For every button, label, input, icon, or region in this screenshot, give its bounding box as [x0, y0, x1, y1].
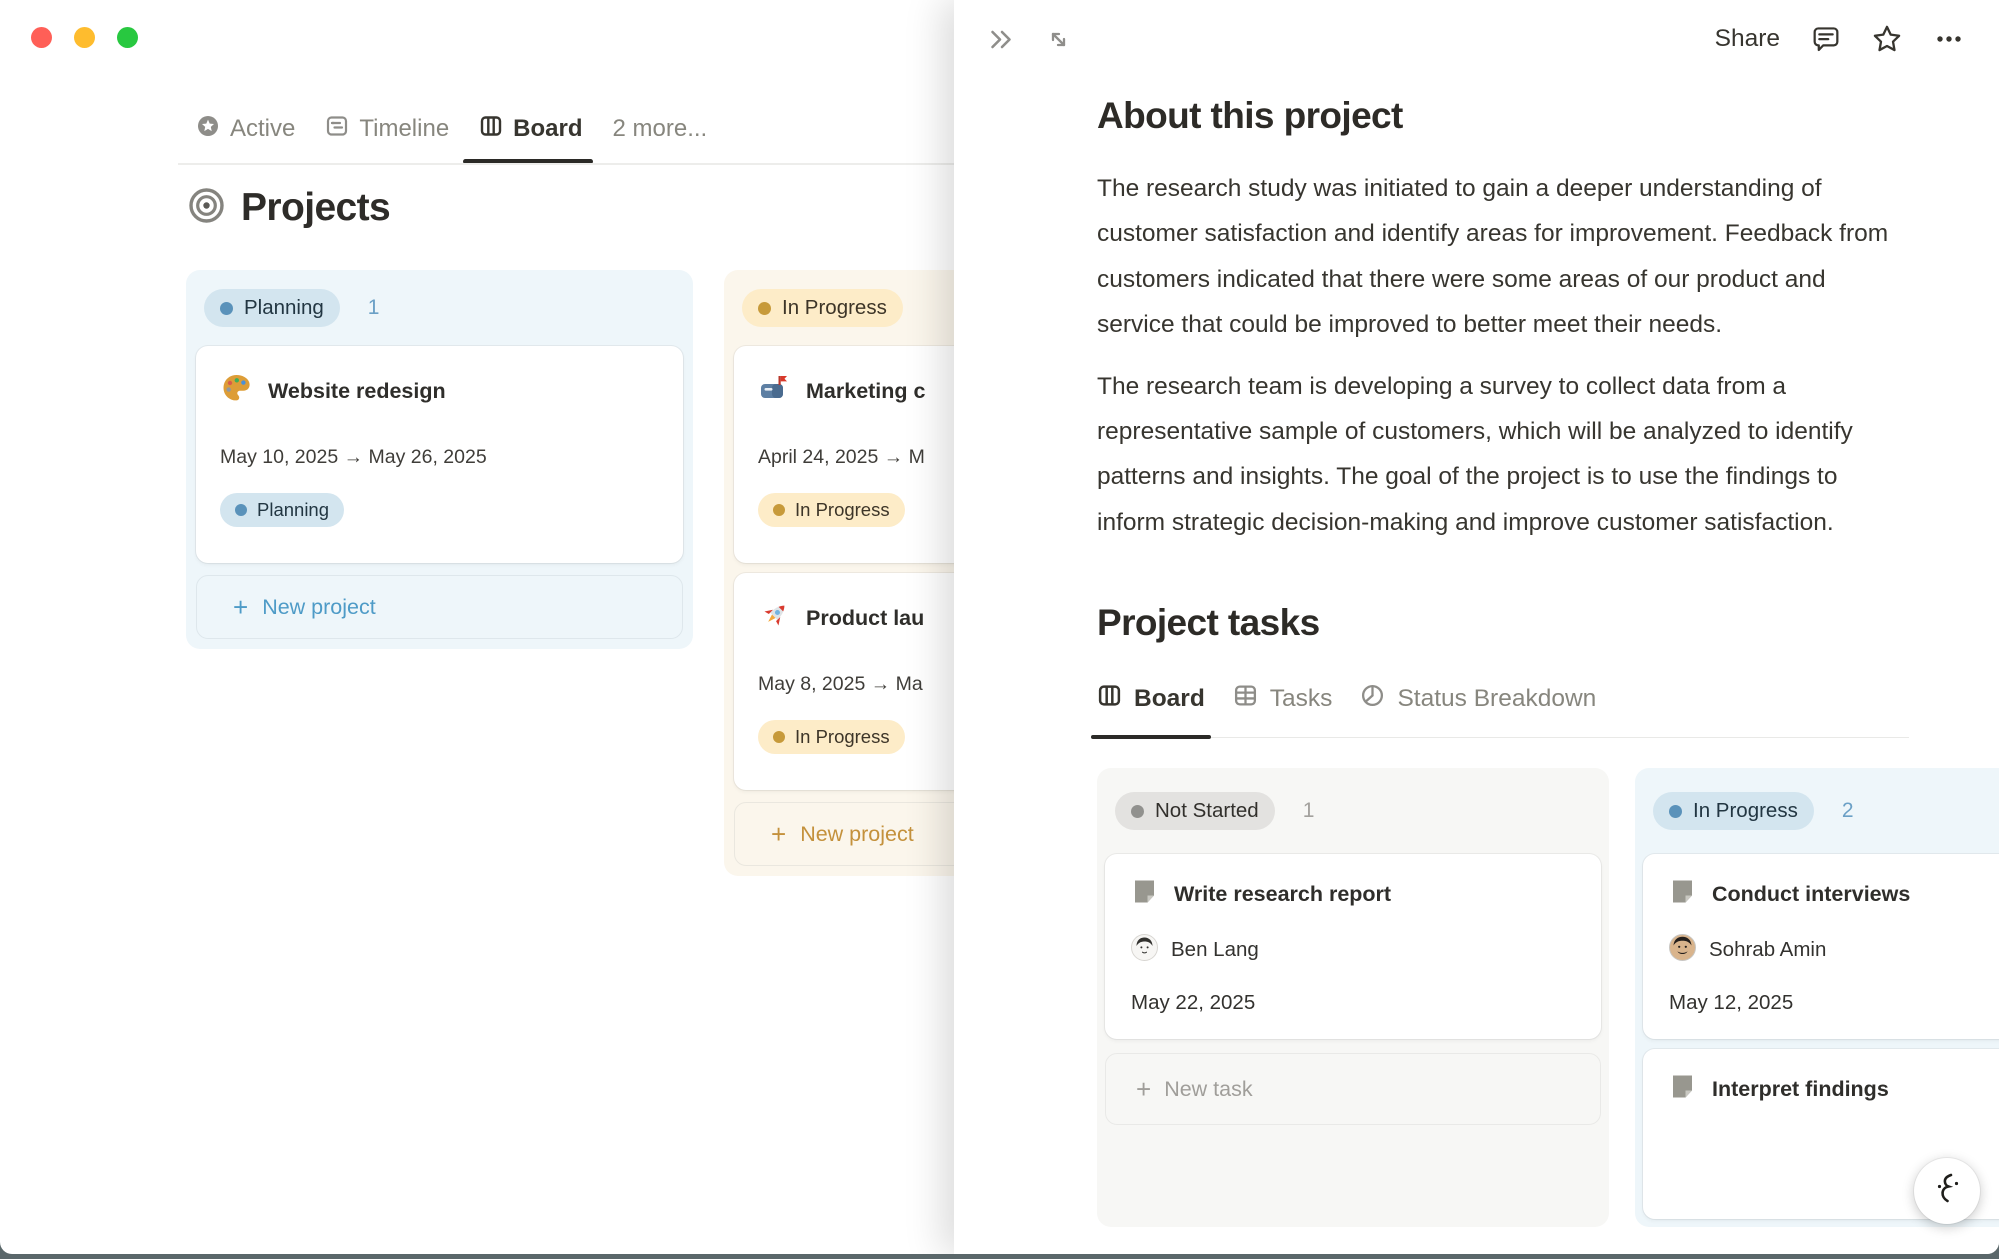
page-icon [1669, 878, 1696, 910]
status-dot [235, 504, 247, 516]
task-board: Not Started 1 Write research report [1097, 768, 1999, 1227]
notion-window: Active Timeline Board 2 more... Projects [0, 0, 1999, 1254]
status-dot [220, 302, 233, 315]
project-card-dates: May 10, 2025 → May 26, 2025 [220, 446, 659, 469]
about-paragraph-2: The research team is developing a survey… [1097, 364, 1909, 546]
pie-clock-icon [1360, 683, 1385, 715]
status-dot [758, 302, 771, 315]
task-title: Write research report [1174, 882, 1391, 907]
view-tabs: Active Timeline Board 2 more... [196, 112, 707, 146]
zoom-window-button[interactable] [117, 27, 138, 48]
column-header: Not Started 1 [1105, 778, 1601, 844]
page-icon [1131, 878, 1158, 910]
tabs-divider [178, 163, 956, 165]
more-options-icon[interactable] [1933, 24, 1965, 54]
peek-toolbar: Share [954, 0, 1999, 78]
expand-page-icon[interactable] [1045, 26, 1072, 53]
ai-face-icon [1928, 1170, 1966, 1213]
project-card-title: Website redesign [268, 379, 446, 404]
share-button[interactable]: Share [1715, 25, 1780, 53]
tab-label: Active [230, 115, 295, 143]
page-title-row: Projects [188, 186, 390, 230]
tab-label: 2 more... [613, 115, 708, 143]
task-date: May 22, 2025 [1131, 991, 1575, 1015]
board-icon [1097, 683, 1122, 715]
about-paragraph-1: The research study was initiated to gain… [1097, 166, 1909, 348]
task-column-not-started: Not Started 1 Write research report [1097, 768, 1609, 1227]
project-card-status-badge: Planning [220, 493, 344, 527]
timeline-icon [325, 114, 349, 145]
task-title: Interpret findings [1712, 1077, 1889, 1102]
board-icon [479, 114, 503, 145]
plus-icon: + [771, 821, 786, 847]
page-icon [1669, 1073, 1696, 1105]
page-title: Projects [241, 186, 390, 230]
minimize-window-button[interactable] [74, 27, 95, 48]
plus-icon: + [233, 594, 248, 620]
avatar-sohrab-amin [1669, 934, 1696, 966]
status-badge-not-started: Not Started [1115, 792, 1275, 830]
status-dot [773, 731, 785, 743]
mailbox-emoji [758, 372, 791, 410]
palette-emoji [220, 372, 253, 410]
task-date: May 12, 2025 [1669, 991, 1999, 1015]
peek-body: About this project The research study wa… [1097, 78, 1909, 1227]
side-peek-panel: Share About this project The research st… [954, 0, 1999, 1254]
project-card-status-badge: In Progress [758, 720, 905, 754]
assignee-name: Ben Lang [1171, 938, 1259, 962]
project-card-title: Marketing c [806, 379, 925, 404]
task-card-write-research-report[interactable]: Write research report Ben Lang May 22, 2… [1105, 854, 1601, 1039]
project-card-website-redesign[interactable]: Website redesign May 10, 2025 → May 26, … [196, 346, 683, 563]
column-header: Planning 1 [196, 280, 683, 336]
task-title: Conduct interviews [1712, 882, 1910, 907]
tab-timeline-view[interactable]: Timeline [325, 112, 449, 146]
task-view-tabs: Board Tasks Status Breakdown [1097, 683, 1909, 738]
tasks-heading: Project tasks [1097, 599, 1909, 647]
task-card-conduct-interviews[interactable]: Conduct interviews Sohrab Amin May 12, 2… [1643, 854, 1999, 1039]
tab-active-view[interactable]: Active [196, 112, 295, 146]
status-badge-in-progress: In Progress [1653, 792, 1814, 830]
target-icon [188, 187, 225, 229]
tab-label: Board [513, 115, 582, 143]
tab-more-views[interactable]: 2 more... [613, 112, 708, 146]
table-icon [1233, 683, 1258, 715]
new-task-button[interactable]: + New task [1105, 1053, 1601, 1125]
status-dot [1669, 805, 1682, 818]
close-window-button[interactable] [31, 27, 52, 48]
tab-tasks[interactable]: Tasks [1233, 683, 1333, 737]
assignee-name: Sohrab Amin [1709, 938, 1826, 962]
status-badge-in-progress: In Progress [742, 289, 903, 327]
comments-icon[interactable] [1811, 24, 1841, 54]
favorite-star-icon[interactable] [1872, 24, 1902, 54]
column-count: 1 [368, 296, 380, 320]
tab-status-breakdown[interactable]: Status Breakdown [1360, 683, 1596, 737]
column-count: 1 [1303, 799, 1315, 823]
avatar-ben-lang [1131, 934, 1158, 966]
star-circle-icon [196, 114, 220, 145]
close-side-peek-icon[interactable] [988, 26, 1015, 53]
rocket-emoji [758, 599, 791, 637]
window-controls [31, 27, 138, 48]
about-heading: About this project [1097, 92, 1909, 140]
new-project-button[interactable]: + New project [196, 575, 683, 639]
board-column-planning: Planning 1 Website redesign May 10, 2025… [186, 270, 693, 649]
desktop-background: Active Timeline Board 2 more... Projects [0, 0, 1999, 1259]
status-badge-planning: Planning [204, 289, 340, 327]
project-card-title: Product lau [806, 606, 924, 631]
notion-ai-button[interactable] [1914, 1158, 1980, 1224]
tab-label: Timeline [359, 115, 449, 143]
plus-icon: + [1136, 1076, 1151, 1102]
status-dot [1131, 805, 1144, 818]
tab-board-view[interactable]: Board [479, 112, 582, 146]
column-count: 2 [1842, 799, 1854, 823]
status-dot [773, 504, 785, 516]
tab-board[interactable]: Board [1097, 683, 1205, 737]
column-header: In Progress 2 [1643, 778, 1999, 844]
project-card-status-badge: In Progress [758, 493, 905, 527]
